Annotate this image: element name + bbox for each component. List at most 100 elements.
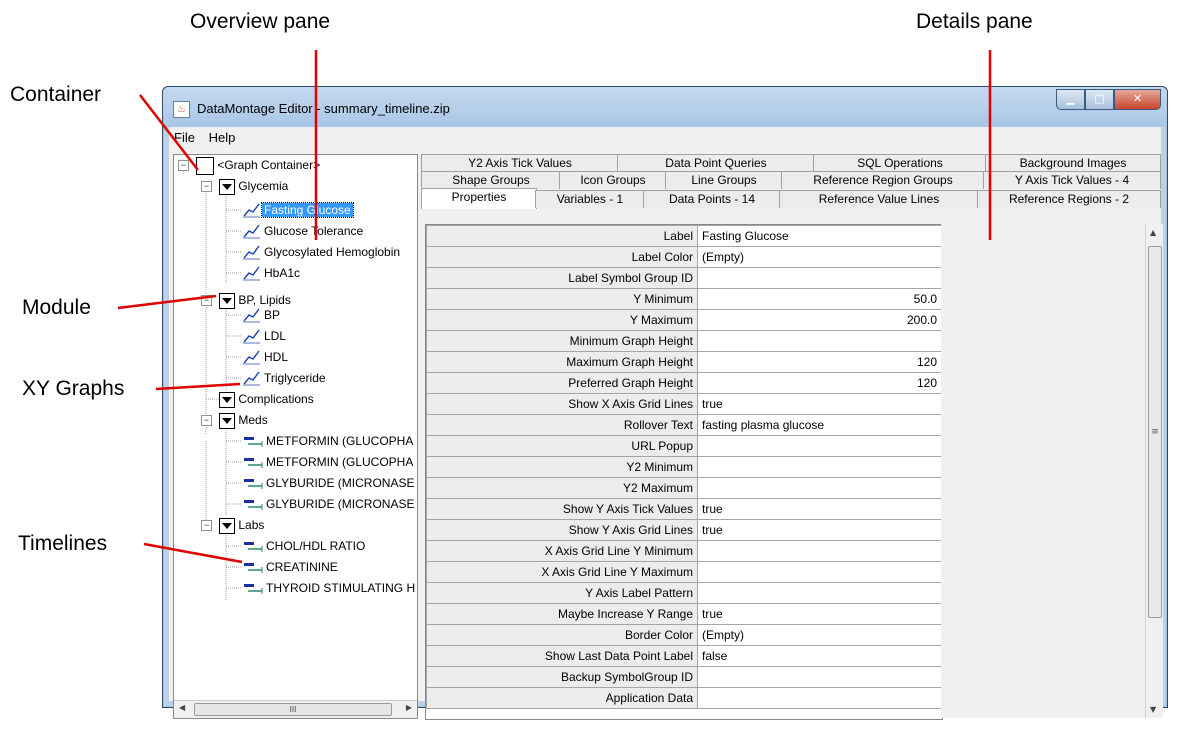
expand-labs-icon[interactable]: − bbox=[201, 520, 212, 531]
tree-item-hdl[interactable]: HDL bbox=[264, 347, 288, 367]
property-value[interactable]: false bbox=[697, 645, 942, 667]
tab-sql-operations[interactable]: SQL Operations bbox=[813, 154, 987, 172]
property-row[interactable]: Maximum Graph Height 120 bbox=[426, 351, 942, 373]
tree-item-meds[interactable]: Meds bbox=[219, 410, 268, 430]
scroll-thumb[interactable]: ≡ bbox=[1148, 246, 1162, 618]
property-value[interactable] bbox=[697, 540, 942, 562]
scroll-down-icon[interactable]: ▼ bbox=[1150, 705, 1156, 714]
menu-help[interactable]: Help bbox=[204, 127, 241, 145]
tab-icon-groups[interactable]: Icon Groups bbox=[559, 171, 667, 189]
property-row[interactable]: URL Popup bbox=[426, 435, 942, 457]
property-value[interactable]: true bbox=[697, 393, 942, 415]
property-row[interactable]: Maybe Increase Y Range true bbox=[426, 603, 942, 625]
property-value[interactable] bbox=[697, 561, 942, 583]
property-value[interactable] bbox=[697, 267, 942, 289]
tab-y-axis-tick-values[interactable]: Y Axis Tick Values - 4 bbox=[983, 171, 1161, 189]
tab-reference-regions[interactable]: Reference Regions - 2 bbox=[977, 190, 1161, 208]
property-row[interactable]: Show Y Axis Tick Values true bbox=[426, 498, 942, 520]
property-row[interactable]: X Axis Grid Line Y Maximum bbox=[426, 561, 942, 583]
tree-item-glyburide-1[interactable]: GLYBURIDE (MICRONASE bbox=[266, 473, 414, 493]
tab-reference-region-groups[interactable]: Reference Region Groups bbox=[781, 171, 985, 189]
scroll-up-icon[interactable]: ▲ bbox=[1150, 228, 1156, 237]
maximize-button[interactable]: □ bbox=[1085, 89, 1114, 110]
tree-item-bp-lipids[interactable]: BP, Lipids bbox=[219, 290, 291, 310]
tab-variables[interactable]: Variables - 1 bbox=[535, 190, 645, 208]
tab-reference-value-lines[interactable]: Reference Value Lines bbox=[779, 190, 979, 208]
tab-background-images[interactable]: Background Images bbox=[985, 154, 1161, 172]
property-value[interactable]: 120 bbox=[697, 372, 942, 394]
property-value[interactable]: 120 bbox=[697, 351, 942, 373]
minimize-button[interactable]: ▁ bbox=[1056, 89, 1085, 110]
scroll-thumb[interactable]: III bbox=[194, 703, 392, 716]
menu-file[interactable]: File bbox=[169, 127, 200, 145]
property-value[interactable] bbox=[697, 666, 942, 688]
property-row[interactable]: Label Color (Empty) bbox=[426, 246, 942, 268]
tree-item-thyroid[interactable]: THYROID STIMULATING H bbox=[266, 578, 415, 598]
tree-item-glycosylated-hemoglobin[interactable]: Glycosylated Hemoglobin bbox=[264, 242, 400, 262]
property-value[interactable] bbox=[697, 687, 942, 709]
tree-item-complications[interactable]: Complications bbox=[219, 389, 314, 409]
tab-line-groups[interactable]: Line Groups bbox=[665, 171, 783, 189]
property-value[interactable]: Fasting Glucose bbox=[697, 225, 942, 247]
property-row[interactable]: Y Minimum 50.0 bbox=[426, 288, 942, 310]
property-row[interactable]: Backup SymbolGroup ID bbox=[426, 666, 942, 688]
property-value[interactable] bbox=[697, 435, 942, 457]
property-value[interactable]: (Empty) bbox=[697, 246, 942, 268]
property-row[interactable]: Y2 Maximum bbox=[426, 477, 942, 499]
expand-meds-icon[interactable]: − bbox=[201, 415, 212, 426]
tree-item-metformin-1[interactable]: METFORMIN (GLUCOPHA bbox=[266, 431, 413, 451]
tree-item-chol-hdl[interactable]: CHOL/HDL RATIO bbox=[266, 536, 365, 556]
property-value[interactable]: 50.0 bbox=[697, 288, 942, 310]
property-row[interactable]: Application Data bbox=[426, 687, 942, 709]
scroll-left-icon[interactable]: ◀ bbox=[179, 703, 185, 712]
property-row[interactable]: Show Last Data Point Label false bbox=[426, 645, 942, 667]
property-row[interactable]: Label Fasting Glucose bbox=[426, 225, 942, 247]
tree-item-triglyceride[interactable]: Triglyceride bbox=[264, 368, 326, 388]
details-vertical-scrollbar[interactable]: ▲ ≡ ▼ bbox=[1145, 224, 1163, 718]
tab-y2-axis-tick-values[interactable]: Y2 Axis Tick Values bbox=[421, 154, 619, 172]
tree-item-creatinine[interactable]: CREATININE bbox=[266, 557, 338, 577]
property-row[interactable]: Label Symbol Group ID bbox=[426, 267, 942, 289]
expand-bp-lipids-icon[interactable]: − bbox=[201, 295, 212, 306]
scroll-right-icon[interactable]: ▶ bbox=[406, 703, 412, 712]
tree-item-ldl[interactable]: LDL bbox=[264, 326, 286, 346]
property-row[interactable]: Y2 Minimum bbox=[426, 456, 942, 478]
property-row[interactable]: Y Axis Label Pattern bbox=[426, 582, 942, 604]
property-row[interactable]: Show X Axis Grid Lines true bbox=[426, 393, 942, 415]
tree-item-glyburide-2[interactable]: GLYBURIDE (MICRONASE bbox=[266, 494, 414, 514]
property-value[interactable] bbox=[697, 582, 942, 604]
property-value[interactable]: true bbox=[697, 519, 942, 541]
property-row[interactable]: Rollover Text fasting plasma glucose bbox=[426, 414, 942, 436]
tree-item-glucose-tolerance[interactable]: Glucose Tolerance bbox=[264, 221, 363, 241]
property-row[interactable]: X Axis Grid Line Y Minimum bbox=[426, 540, 942, 562]
tab-shape-groups[interactable]: Shape Groups bbox=[421, 171, 561, 189]
tree-item-bp[interactable]: BP bbox=[264, 305, 280, 325]
property-row[interactable]: Y Maximum 200.0 bbox=[426, 309, 942, 331]
property-row[interactable]: Border Color (Empty) bbox=[426, 624, 942, 646]
tree-item-labs[interactable]: Labs bbox=[219, 515, 264, 535]
tree-item-glycemia[interactable]: Glycemia bbox=[219, 176, 288, 196]
property-row[interactable]: Minimum Graph Height bbox=[426, 330, 942, 352]
tree-horizontal-scrollbar[interactable]: ◀ III ▶ bbox=[174, 700, 417, 718]
expand-glycemia-icon[interactable]: − bbox=[201, 181, 212, 192]
property-value[interactable]: (Empty) bbox=[697, 624, 942, 646]
tab-data-point-queries[interactable]: Data Point Queries bbox=[617, 154, 815, 172]
property-value[interactable]: true bbox=[697, 498, 942, 520]
expand-root-icon[interactable]: − bbox=[178, 160, 189, 171]
title-bar[interactable]: ♨ DataMontage Editor - summary_timeline.… bbox=[163, 87, 1167, 127]
tree-item-graph-container[interactable]: <Graph Container> bbox=[196, 155, 320, 175]
property-row[interactable]: Show Y Axis Grid Lines true bbox=[426, 519, 942, 541]
close-button[interactable]: ✕ bbox=[1114, 89, 1161, 110]
property-value[interactable] bbox=[697, 456, 942, 478]
property-value[interactable] bbox=[697, 477, 942, 499]
property-value[interactable] bbox=[697, 330, 942, 352]
property-row[interactable]: Preferred Graph Height 120 bbox=[426, 372, 942, 394]
tree-item-metformin-2[interactable]: METFORMIN (GLUCOPHA bbox=[266, 452, 413, 472]
property-value[interactable]: 200.0 bbox=[697, 309, 942, 331]
tab-data-points[interactable]: Data Points - 14 bbox=[643, 190, 781, 208]
property-value[interactable]: true bbox=[697, 603, 942, 625]
tree-item-fasting-glucose[interactable]: Fasting Glucose bbox=[261, 200, 354, 220]
property-value[interactable]: fasting plasma glucose bbox=[697, 414, 942, 436]
tree-item-hba1c[interactable]: HbA1c bbox=[264, 263, 300, 283]
tab-properties[interactable]: Properties bbox=[421, 188, 537, 209]
